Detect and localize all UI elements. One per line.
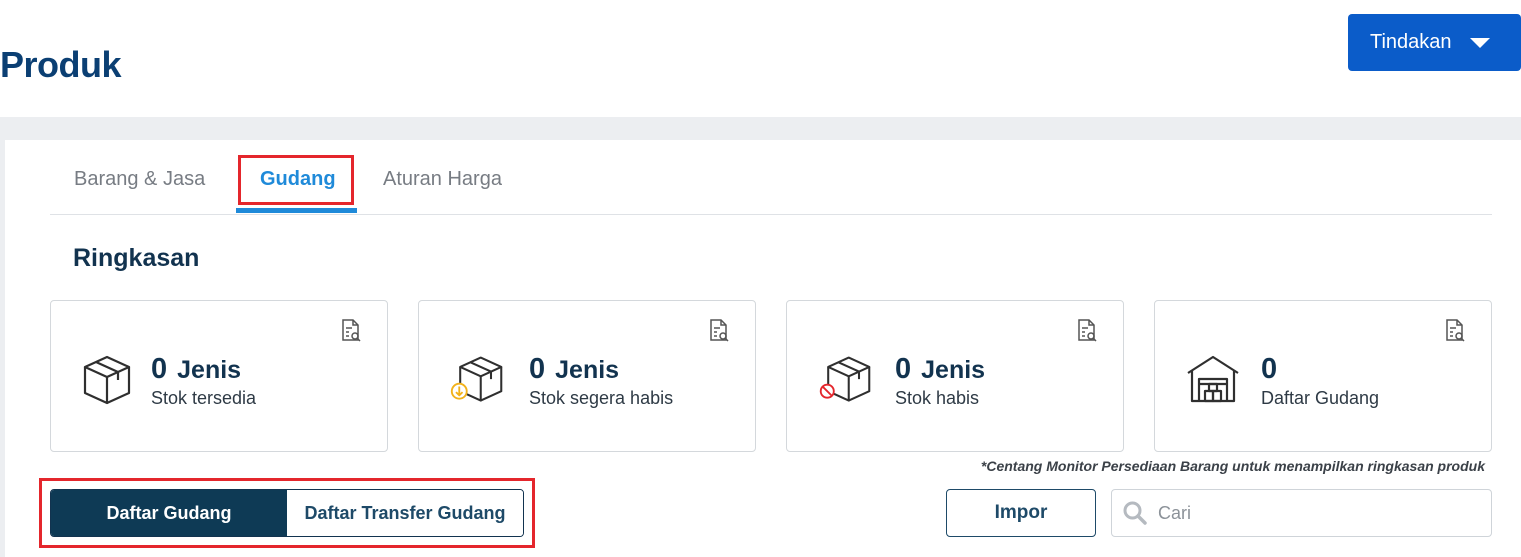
highlight-box-toggle bbox=[39, 478, 535, 548]
summary-card-stok-segera-habis[interactable]: 0 Jenis Stok segera habis bbox=[418, 300, 756, 452]
card-unit: Jenis bbox=[555, 356, 620, 384]
box-icon bbox=[83, 355, 131, 405]
tab-barang-jasa[interactable]: Barang & Jasa bbox=[74, 168, 205, 191]
summary-title: Ringkasan bbox=[73, 244, 200, 272]
import-button[interactable]: Impor bbox=[946, 489, 1096, 537]
report-icon[interactable] bbox=[1076, 319, 1098, 343]
card-label: Stok habis bbox=[895, 388, 980, 408]
search-icon bbox=[1123, 501, 1147, 525]
summary-card-daftar-gudang[interactable]: 0 Daftar Gudang bbox=[1154, 300, 1492, 452]
box-low-stock-icon bbox=[450, 356, 503, 402]
page-title: Produk bbox=[0, 44, 122, 85]
report-icon[interactable] bbox=[340, 319, 362, 343]
summary-note: *Centang Monitor Persediaan Barang untuk… bbox=[980, 458, 1485, 474]
active-tab-indicator bbox=[236, 208, 357, 213]
card-value: 0 bbox=[529, 353, 546, 385]
card-unit: Jenis bbox=[921, 356, 986, 384]
actions-dropdown-button[interactable]: Tindakan bbox=[1348, 14, 1521, 71]
card-value: 0 bbox=[895, 353, 912, 385]
caret-down-icon bbox=[1469, 37, 1490, 48]
actions-label: Tindakan bbox=[1370, 31, 1452, 53]
highlight-box-tab bbox=[238, 155, 354, 205]
card-unit: Jenis bbox=[177, 356, 242, 384]
box-out-of-stock-icon bbox=[819, 356, 871, 402]
card-label: Stok segera habis bbox=[529, 388, 674, 408]
report-icon[interactable] bbox=[708, 319, 730, 343]
summary-card-stok-tersedia[interactable]: 0 Jenis Stok tersedia bbox=[50, 300, 388, 452]
search-input[interactable] bbox=[1158, 502, 1478, 524]
warehouse-icon bbox=[1187, 355, 1239, 403]
card-label: Daftar Gudang bbox=[1261, 388, 1380, 408]
card-label: Stok tersedia bbox=[151, 388, 257, 408]
card-value: 0 bbox=[151, 353, 168, 385]
card-value: 0 bbox=[1261, 353, 1278, 385]
search-box bbox=[1111, 489, 1492, 537]
report-icon[interactable] bbox=[1444, 319, 1466, 343]
tab-aturan-harga[interactable]: Aturan Harga bbox=[383, 168, 502, 191]
summary-card-stok-habis[interactable]: 0 Jenis Stok habis bbox=[786, 300, 1124, 452]
